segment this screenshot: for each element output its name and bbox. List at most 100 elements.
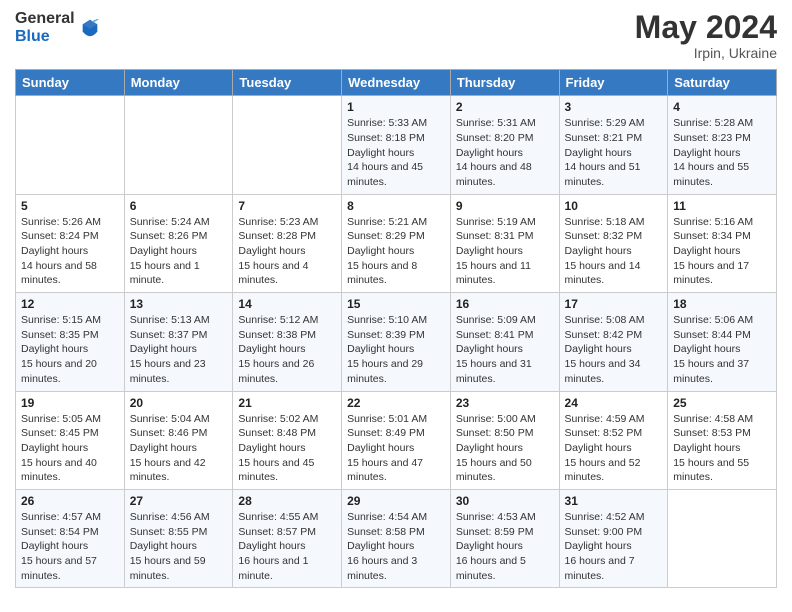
day-number: 11 — [673, 199, 771, 213]
day-info: Sunrise: 5:16 AMSunset: 8:34 PMDaylight … — [673, 215, 771, 288]
calendar-cell: 9 Sunrise: 5:19 AMSunset: 8:31 PMDaylight… — [450, 194, 559, 292]
day-number: 8 — [347, 199, 445, 213]
month-year: May 2024 — [635, 10, 777, 45]
calendar-week-row: 26 Sunrise: 4:57 AMSunset: 8:54 PMDayligh… — [16, 489, 777, 587]
day-number: 17 — [565, 297, 663, 311]
day-number: 13 — [130, 297, 228, 311]
weekday-header-row: SundayMondayTuesdayWednesdayThursdayFrid… — [16, 70, 777, 96]
day-info: Sunrise: 4:53 AMSunset: 8:59 PMDaylight … — [456, 510, 554, 583]
day-info: Sunrise: 5:08 AMSunset: 8:42 PMDaylight … — [565, 313, 663, 386]
day-info: Sunrise: 5:23 AMSunset: 8:28 PMDaylight … — [238, 215, 336, 288]
day-info: Sunrise: 5:01 AMSunset: 8:49 PMDaylight … — [347, 412, 445, 485]
day-info: Sunrise: 5:02 AMSunset: 8:48 PMDaylight … — [238, 412, 336, 485]
title-block: May 2024 Irpin, Ukraine — [635, 10, 777, 61]
weekday-header: Friday — [559, 70, 668, 96]
calendar-cell: 17 Sunrise: 5:08 AMSunset: 8:42 PMDayligh… — [559, 293, 668, 391]
day-number: 2 — [456, 100, 554, 114]
day-number: 6 — [130, 199, 228, 213]
day-number: 16 — [456, 297, 554, 311]
day-info: Sunrise: 4:54 AMSunset: 8:58 PMDaylight … — [347, 510, 445, 583]
day-number: 31 — [565, 494, 663, 508]
day-info: Sunrise: 5:26 AMSunset: 8:24 PMDaylight … — [21, 215, 119, 288]
day-number: 1 — [347, 100, 445, 114]
weekday-header: Monday — [124, 70, 233, 96]
day-info: Sunrise: 5:18 AMSunset: 8:32 PMDaylight … — [565, 215, 663, 288]
calendar-cell: 10 Sunrise: 5:18 AMSunset: 8:32 PMDayligh… — [559, 194, 668, 292]
calendar-cell: 19Sunrise: 5:05 AMSunset: 8:45 PMDayligh… — [16, 391, 125, 489]
calendar-week-row: 5 Sunrise: 5:26 AMSunset: 8:24 PMDaylight… — [16, 194, 777, 292]
weekday-header: Saturday — [668, 70, 777, 96]
day-number: 4 — [673, 100, 771, 114]
day-number: 7 — [238, 199, 336, 213]
calendar-cell — [233, 96, 342, 194]
day-info: Sunrise: 4:55 AMSunset: 8:57 PMDaylight … — [238, 510, 336, 583]
day-info: Sunrise: 5:04 AMSunset: 8:46 PMDaylight … — [130, 412, 228, 485]
calendar-cell: 28 Sunrise: 4:55 AMSunset: 8:57 PMDayligh… — [233, 489, 342, 587]
day-info: Sunrise: 5:15 AMSunset: 8:35 PMDaylight … — [21, 313, 119, 386]
day-info: Sunrise: 5:05 AMSunset: 8:45 PMDaylight … — [21, 412, 119, 485]
calendar-cell: 29 Sunrise: 4:54 AMSunset: 8:58 PMDayligh… — [342, 489, 451, 587]
day-number: 12 — [21, 297, 119, 311]
weekday-header: Thursday — [450, 70, 559, 96]
calendar-cell: 24Sunrise: 4:59 AMSunset: 8:52 PMDayligh… — [559, 391, 668, 489]
day-info: Sunrise: 4:59 AMSunset: 8:52 PMDaylight … — [565, 412, 663, 485]
calendar-cell: 11 Sunrise: 5:16 AMSunset: 8:34 PMDayligh… — [668, 194, 777, 292]
location: Irpin, Ukraine — [635, 45, 777, 61]
calendar-cell: 23Sunrise: 5:00 AMSunset: 8:50 PMDayligh… — [450, 391, 559, 489]
day-info: Sunrise: 5:09 AMSunset: 8:41 PMDaylight … — [456, 313, 554, 386]
day-number: 9 — [456, 199, 554, 213]
day-info: Sunrise: 5:13 AMSunset: 8:37 PMDaylight … — [130, 313, 228, 386]
day-number: 10 — [565, 199, 663, 213]
calendar-cell — [668, 489, 777, 587]
calendar-cell: 15Sunrise: 5:10 AMSunset: 8:39 PMDayligh… — [342, 293, 451, 391]
calendar-cell: 31 Sunrise: 4:52 AMSunset: 9:00 PMDayligh… — [559, 489, 668, 587]
day-info: Sunrise: 5:24 AMSunset: 8:26 PMDaylight … — [130, 215, 228, 288]
day-info: Sunrise: 4:52 AMSunset: 9:00 PMDaylight … — [565, 510, 663, 583]
day-number: 3 — [565, 100, 663, 114]
day-number: 29 — [347, 494, 445, 508]
calendar-cell — [124, 96, 233, 194]
calendar-cell: 22 Sunrise: 5:01 AMSunset: 8:49 PMDayligh… — [342, 391, 451, 489]
calendar-cell: 30 Sunrise: 4:53 AMSunset: 8:59 PMDayligh… — [450, 489, 559, 587]
calendar-cell: 20 Sunrise: 5:04 AMSunset: 8:46 PMDayligh… — [124, 391, 233, 489]
logo-blue: Blue — [15, 28, 75, 46]
day-info: Sunrise: 4:57 AMSunset: 8:54 PMDaylight … — [21, 510, 119, 583]
calendar-cell: 4 Sunrise: 5:28 AMSunset: 8:23 PMDaylight… — [668, 96, 777, 194]
calendar-week-row: 19Sunrise: 5:05 AMSunset: 8:45 PMDayligh… — [16, 391, 777, 489]
logo: General Blue — [15, 10, 101, 45]
weekday-header: Tuesday — [233, 70, 342, 96]
day-number: 30 — [456, 494, 554, 508]
day-number: 22 — [347, 396, 445, 410]
day-info: Sunrise: 5:28 AMSunset: 8:23 PMDaylight … — [673, 116, 771, 189]
day-number: 26 — [21, 494, 119, 508]
calendar-cell — [16, 96, 125, 194]
day-number: 28 — [238, 494, 336, 508]
calendar-cell: 5 Sunrise: 5:26 AMSunset: 8:24 PMDaylight… — [16, 194, 125, 292]
day-info: Sunrise: 5:31 AMSunset: 8:20 PMDaylight … — [456, 116, 554, 189]
calendar-week-row: 1 Sunrise: 5:33 AMSunset: 8:18 PMDaylight… — [16, 96, 777, 194]
weekday-header: Sunday — [16, 70, 125, 96]
day-number: 20 — [130, 396, 228, 410]
day-info: Sunrise: 5:33 AMSunset: 8:18 PMDaylight … — [347, 116, 445, 189]
calendar-cell: 16 Sunrise: 5:09 AMSunset: 8:41 PMDayligh… — [450, 293, 559, 391]
calendar-cell: 14Sunrise: 5:12 AMSunset: 8:38 PMDayligh… — [233, 293, 342, 391]
day-info: Sunrise: 5:19 AMSunset: 8:31 PMDaylight … — [456, 215, 554, 288]
day-number: 5 — [21, 199, 119, 213]
day-info: Sunrise: 5:29 AMSunset: 8:21 PMDaylight … — [565, 116, 663, 189]
day-number: 27 — [130, 494, 228, 508]
calendar-cell: 1 Sunrise: 5:33 AMSunset: 8:18 PMDaylight… — [342, 96, 451, 194]
day-info: Sunrise: 5:06 AMSunset: 8:44 PMDaylight … — [673, 313, 771, 386]
logo-general: General — [15, 10, 75, 28]
page-header: General Blue May 2024 Irpin, Ukraine — [15, 10, 777, 61]
calendar-cell: 3 Sunrise: 5:29 AMSunset: 8:21 PMDaylight… — [559, 96, 668, 194]
day-info: Sunrise: 5:21 AMSunset: 8:29 PMDaylight … — [347, 215, 445, 288]
calendar-cell: 2 Sunrise: 5:31 AMSunset: 8:20 PMDaylight… — [450, 96, 559, 194]
calendar-week-row: 12 Sunrise: 5:15 AMSunset: 8:35 PMDayligh… — [16, 293, 777, 391]
calendar-cell: 13 Sunrise: 5:13 AMSunset: 8:37 PMDayligh… — [124, 293, 233, 391]
calendar-cell: 26 Sunrise: 4:57 AMSunset: 8:54 PMDayligh… — [16, 489, 125, 587]
calendar-cell: 7 Sunrise: 5:23 AMSunset: 8:28 PMDaylight… — [233, 194, 342, 292]
weekday-header: Wednesday — [342, 70, 451, 96]
calendar-cell: 25Sunrise: 4:58 AMSunset: 8:53 PMDayligh… — [668, 391, 777, 489]
day-number: 21 — [238, 396, 336, 410]
day-info: Sunrise: 4:56 AMSunset: 8:55 PMDaylight … — [130, 510, 228, 583]
